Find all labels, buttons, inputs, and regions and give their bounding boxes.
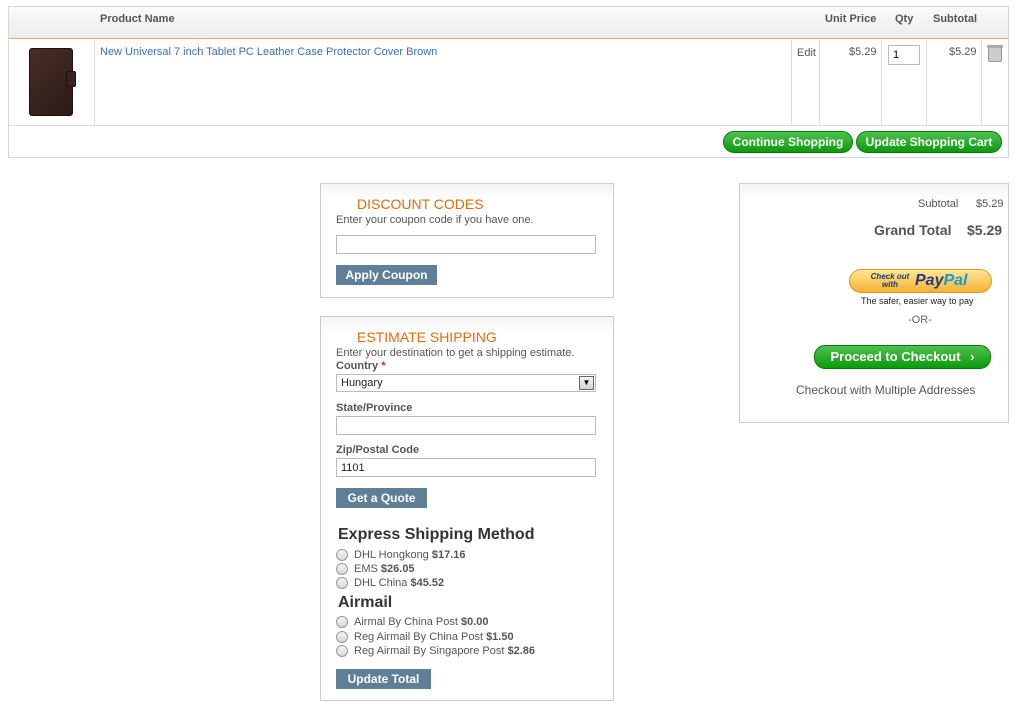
shipping-box: ESTIMATE SHIPPING Enter your destination…	[320, 316, 614, 701]
shipping-option[interactable]: Airmal By China Post $0.00	[336, 616, 489, 629]
shipping-option[interactable]: DHL Hongkong $17.16	[336, 549, 466, 562]
zip-input[interactable]	[336, 458, 596, 477]
cart-table: Product Name Unit Price Qty Subtotal New…	[8, 6, 1009, 158]
shipping-option[interactable]: EMS $26.05	[336, 563, 415, 576]
radio-button[interactable]	[336, 549, 348, 562]
shipping-option[interactable]: Reg Airmail By China Post $1.50	[336, 631, 514, 644]
chevron-down-icon[interactable]: ▼	[579, 376, 594, 390]
header-qty: Qty	[895, 13, 914, 25]
get-quote-button[interactable]: Get a Quote	[336, 488, 427, 508]
subtotal-value: $5.29	[976, 198, 1004, 210]
continue-shopping-button[interactable]: Continue Shopping	[723, 131, 853, 153]
grand-total-label: Grand Total	[874, 222, 952, 238]
header-product-name: Product Name	[100, 13, 175, 25]
edit-item-link[interactable]: Edit	[797, 47, 816, 59]
unit-price: $5.29	[849, 46, 877, 58]
proceed-to-checkout-button[interactable]: Proceed to Checkout ›	[814, 345, 991, 369]
product-name-link[interactable]: New Universal 7 inch Tablet PC Leather C…	[100, 46, 437, 58]
country-select[interactable]: Hungary ▼	[336, 374, 596, 392]
shipping-option[interactable]: Reg Airmail By Singapore Post $2.86	[336, 645, 535, 658]
country-label: Country *	[336, 360, 386, 372]
header-unit-price: Unit Price	[825, 13, 877, 25]
radio-button[interactable]	[336, 645, 348, 658]
update-cart-button[interactable]: Update Shopping Cart	[856, 131, 1002, 153]
shipping-hint: Enter your destination to get a shipping…	[336, 347, 575, 359]
apply-coupon-button[interactable]: Apply Coupon	[336, 265, 437, 285]
update-total-button[interactable]: Update Total	[336, 669, 431, 689]
item-subtotal: $5.29	[949, 46, 977, 58]
radio-button[interactable]	[336, 577, 348, 590]
totals-box: Subtotal $5.29 Grand Total $5.29 Check o…	[739, 183, 1009, 423]
shipping-title: ESTIMATE SHIPPING	[357, 329, 497, 345]
paypal-checkout-button[interactable]: Check out with PayPal	[849, 269, 992, 293]
discount-hint: Enter your coupon code if you have one.	[336, 214, 534, 226]
header-subtotal: Subtotal	[933, 13, 977, 25]
state-label: State/Province	[336, 402, 413, 414]
discount-title: DISCOUNT CODES	[357, 196, 484, 212]
paypal-tagline: The safer, easier way to pay	[861, 296, 974, 306]
coupon-input[interactable]	[336, 235, 596, 254]
grand-total-value: $5.29	[967, 222, 1003, 238]
discount-box: DISCOUNT CODES Enter your coupon code if…	[320, 183, 614, 298]
country-value: Hungary	[341, 377, 383, 389]
qty-input[interactable]	[888, 45, 920, 65]
chevron-right-icon: ›	[970, 349, 975, 364]
shipping-option[interactable]: DHL China $45.52	[336, 577, 444, 590]
multiple-addresses-link[interactable]: Checkout with Multiple Addresses	[796, 383, 975, 397]
trash-icon[interactable]	[987, 45, 1003, 62]
paypal-small-text: Check out with	[870, 272, 910, 289]
radio-button[interactable]	[336, 563, 348, 576]
subtotal-label: Subtotal	[918, 198, 959, 210]
or-divider: -OR-	[908, 314, 932, 326]
airmail-method-title: Airmail	[338, 594, 393, 611]
paypal-logo: PayPal	[915, 272, 968, 289]
cart-header: Product Name Unit Price Qty Subtotal	[9, 7, 1008, 39]
radio-button[interactable]	[336, 616, 348, 629]
product-thumbnail[interactable]	[29, 48, 76, 116]
radio-button[interactable]	[336, 631, 348, 644]
state-input[interactable]	[336, 416, 596, 435]
zip-label: Zip/Postal Code	[336, 444, 420, 456]
cart-item-row: New Universal 7 inch Tablet PC Leather C…	[9, 40, 1008, 126]
express-method-title: Express Shipping Method	[338, 526, 535, 543]
